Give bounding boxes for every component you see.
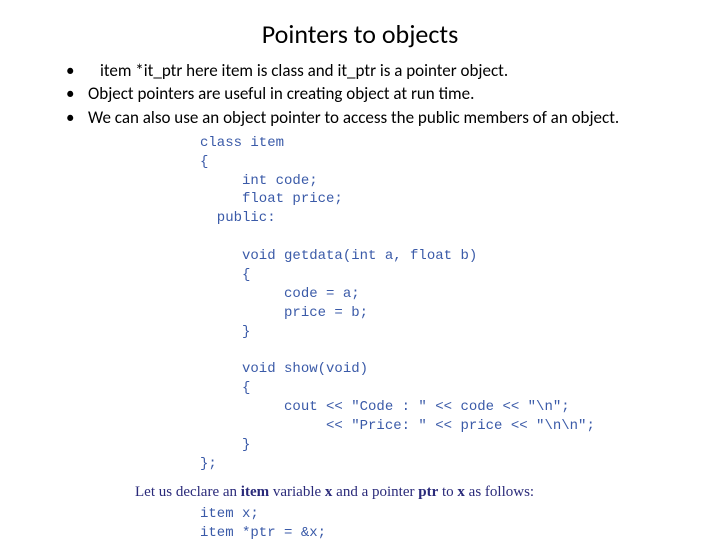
code-line: { xyxy=(200,267,250,283)
code-line: price = b; xyxy=(200,305,368,321)
caption-part: and a pointer xyxy=(332,484,418,500)
code-line: code = a; xyxy=(200,286,360,302)
caption-part: Let us declare an xyxy=(135,484,241,500)
code-line: } xyxy=(200,437,250,453)
code-line: int code; xyxy=(200,173,318,189)
code-line: item x; xyxy=(200,506,259,522)
slide-title: Pointers to objects xyxy=(30,18,690,50)
code-line: { xyxy=(200,154,208,170)
code-line: class item xyxy=(200,135,284,151)
bullet-item: We can also use an object pointer to acc… xyxy=(66,107,680,128)
code-line: << "Price: " << price << "\n\n"; xyxy=(200,418,595,434)
caption-part: to xyxy=(438,484,457,500)
bullet-item: item *it_ptr here item is class and it_p… xyxy=(66,60,680,81)
caption-bold: x xyxy=(457,484,465,500)
slide: Pointers to objects item *it_ptr here it… xyxy=(0,0,720,540)
code-block-class: class item { int code; float price; publ… xyxy=(200,134,690,474)
code-line: void getdata(int a, float b) xyxy=(200,248,477,264)
code-line: public: xyxy=(200,210,276,226)
code-line: item *ptr = &x; xyxy=(200,525,326,541)
bullet-item: Object pointers are useful in creating o… xyxy=(66,83,680,104)
caption-part: as follows: xyxy=(465,484,534,500)
code-line: } xyxy=(200,324,250,340)
code-line: { xyxy=(200,380,250,396)
code-line: void show(void) xyxy=(200,361,368,377)
bullet-list: item *it_ptr here item is class and it_p… xyxy=(30,60,690,128)
code-line: }; xyxy=(200,456,217,472)
caption-text: Let us declare an item variable x and a … xyxy=(135,484,690,501)
code-line: cout << "Code : " << code << "\n"; xyxy=(200,399,570,415)
caption-bold: item xyxy=(241,484,269,500)
code-block-decl: item x; item *ptr = &x; xyxy=(200,505,690,543)
code-line: float price; xyxy=(200,191,343,207)
caption-bold: ptr xyxy=(418,484,438,500)
caption-part: variable xyxy=(269,484,325,500)
